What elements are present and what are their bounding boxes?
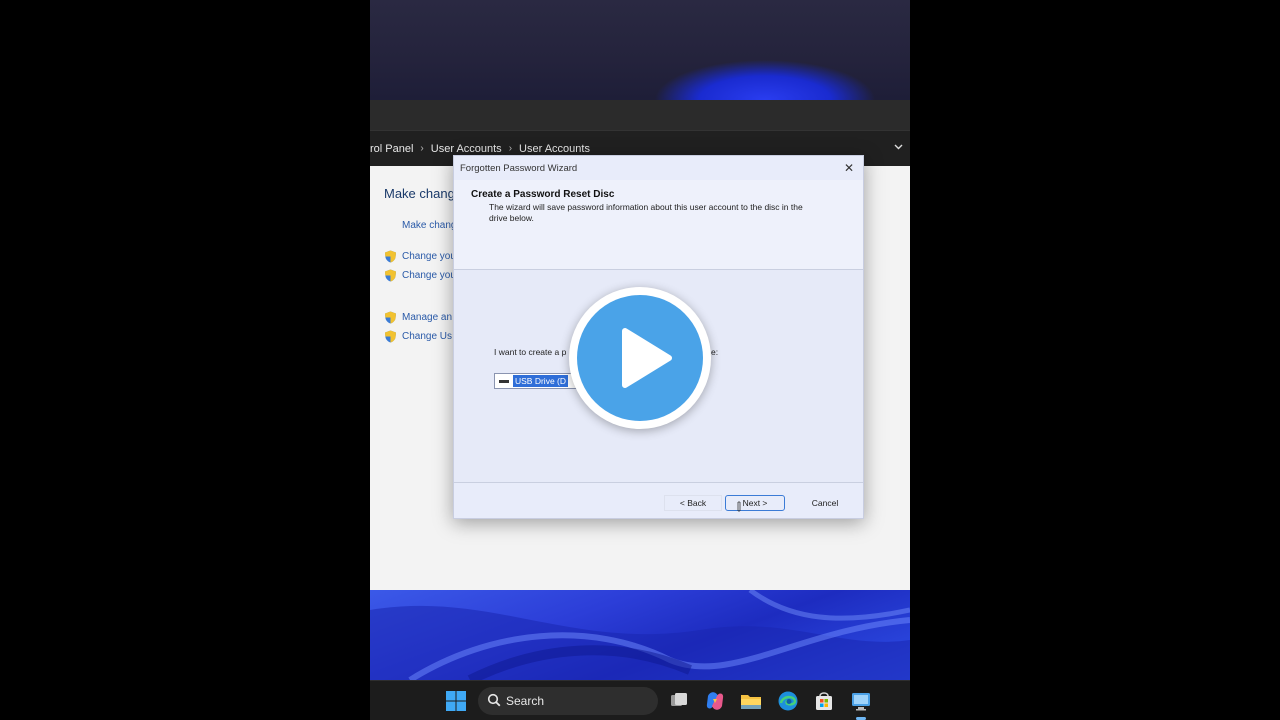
breadcrumb-user-accounts-2[interactable]: User Accounts [519, 143, 590, 155]
taskbar-search-box[interactable]: Search [478, 687, 658, 715]
dialog-title-bar[interactable]: Forgotten Password Wizard ✕ [454, 156, 863, 180]
play-button-face [577, 295, 703, 421]
uac-shield-icon [385, 330, 396, 343]
page-title: Make chang [384, 186, 455, 201]
breadcrumb-separator-icon: › [420, 143, 424, 154]
cp-link-change-1[interactable]: Change you [402, 251, 456, 262]
edge-browser-icon[interactable] [777, 690, 799, 712]
wizard-step-description: The wizard will save password informatio… [489, 202, 803, 223]
control-panel-taskbar-icon[interactable] [850, 690, 872, 712]
dialog-title: Forgotten Password Wizard [460, 163, 578, 174]
video-play-button[interactable] [569, 287, 711, 429]
cp-link-change-2[interactable]: Change you [402, 270, 456, 281]
desktop-wallpaper-top [370, 0, 910, 100]
file-explorer-icon[interactable] [740, 690, 762, 712]
breadcrumb-control-panel[interactable]: rol Panel [370, 143, 413, 155]
next-button[interactable]: Next > [725, 495, 785, 511]
wizard-step-title: Create a Password Reset Disc [471, 189, 615, 200]
breadcrumb-separator-icon: › [508, 143, 513, 154]
mouse-cursor-icon [737, 501, 741, 512]
cp-link-change-user[interactable]: Change Us [402, 331, 452, 342]
breadcrumb-user-accounts-1[interactable]: User Accounts [431, 143, 502, 155]
back-button[interactable]: < Back [664, 495, 722, 511]
wizard-footer: < Back Next > Cancel [454, 482, 863, 518]
cp-link-manage[interactable]: Manage an [402, 312, 452, 323]
chevron-down-icon[interactable] [893, 141, 904, 155]
drive-select-value: USB Drive (D [513, 375, 569, 387]
windows-start-icon[interactable] [445, 690, 467, 712]
close-icon[interactable]: ✕ [841, 160, 857, 176]
taskbar: Search [370, 680, 910, 720]
copilot-icon[interactable] [704, 690, 726, 712]
desktop-wallpaper-bottom [370, 590, 910, 680]
uac-shield-icon [385, 269, 396, 282]
play-icon [622, 328, 672, 388]
explorer-title-bar [370, 100, 910, 130]
wizard-header: Create a Password Reset Disc The wizard … [454, 180, 863, 270]
search-label: Search [506, 694, 545, 708]
drive-prompt-label-tail: e: [711, 347, 719, 357]
search-icon [487, 693, 501, 707]
uac-shield-icon [385, 311, 396, 324]
uac-shield-icon [385, 250, 396, 263]
microsoft-store-icon[interactable] [813, 690, 835, 712]
usb-drive-icon [499, 380, 509, 383]
cancel-button[interactable]: Cancel [795, 495, 855, 511]
task-view-icon[interactable] [668, 690, 690, 712]
cp-link-make-changes[interactable]: Make chang [402, 220, 456, 231]
video-frame: rol Panel › User Accounts › User Account… [370, 0, 910, 720]
